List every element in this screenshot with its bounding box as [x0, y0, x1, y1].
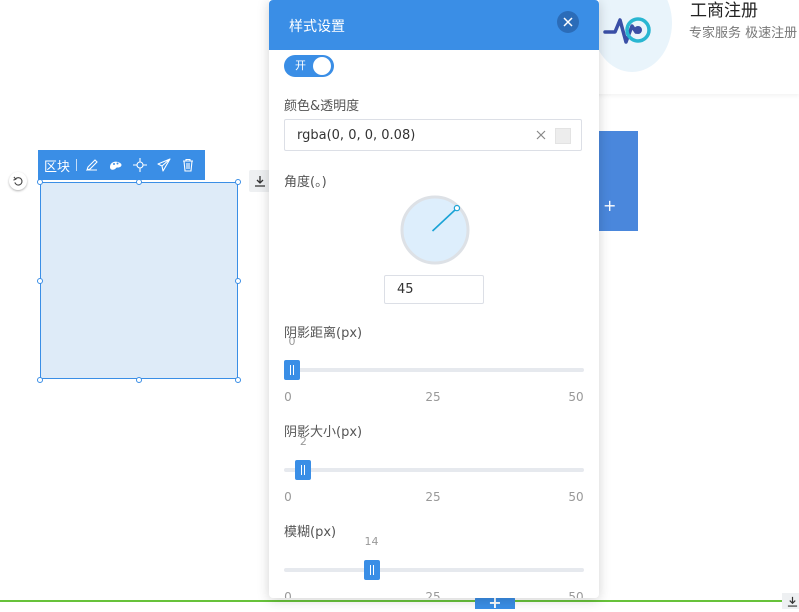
- service-title[interactable]: 工商注册: [690, 0, 758, 21]
- color-input[interactable]: rgba(0, 0, 0, 0.08): [284, 119, 582, 151]
- shadow-toggle[interactable]: 开: [284, 55, 334, 77]
- panel-title: 样式设置: [289, 19, 345, 35]
- block-label: 区块: [44, 159, 71, 175]
- resize-handle-tm[interactable]: [136, 179, 142, 185]
- download-icon[interactable]: [249, 170, 271, 192]
- slider-tick-max: 50: [568, 490, 584, 504]
- style-settings-panel: 样式设置 开 颜色&透明度 rgba(0, 0, 0, 0.08) 角度(。) …: [269, 0, 599, 598]
- section-divider: [0, 600, 799, 602]
- close-icon[interactable]: [557, 11, 579, 33]
- resize-handle-tr[interactable]: [235, 179, 241, 185]
- rotate-icon[interactable]: [9, 172, 27, 190]
- slider-tick-mid: 25: [425, 590, 441, 598]
- color-value: rgba(0, 0, 0, 0.08): [297, 128, 416, 143]
- blue-block-plus[interactable]: +: [603, 198, 616, 214]
- block-toolbar: 区块: [38, 150, 205, 180]
- color-swatch[interactable]: [555, 128, 571, 144]
- slider-tick-mid: 25: [425, 390, 441, 404]
- slider-value: 0: [288, 335, 296, 348]
- slider-thumb[interactable]: [284, 360, 300, 380]
- slider-value: 2: [299, 435, 307, 448]
- panel-header: 样式设置: [269, 0, 599, 50]
- edit-icon[interactable]: [83, 156, 101, 174]
- slider-track[interactable]: [284, 368, 584, 372]
- slider-thumb[interactable]: [363, 560, 380, 580]
- slider-tick-max: 50: [568, 390, 584, 404]
- paint-icon[interactable]: [107, 156, 125, 174]
- angle-dial[interactable]: [399, 194, 471, 266]
- service-subtitle: 专家服务 极速注册: [689, 26, 798, 41]
- angle-input[interactable]: 45: [384, 275, 484, 304]
- trash-icon[interactable]: [179, 156, 197, 174]
- toggle-label: 开: [295, 59, 306, 72]
- resize-handle-br[interactable]: [235, 377, 241, 383]
- slider-tick-max: 50: [568, 590, 584, 598]
- shadow-distance-slider[interactable]: 0 0 25 50: [284, 335, 584, 405]
- resize-handle-ml[interactable]: [37, 278, 43, 284]
- toolbar-separator: [76, 159, 78, 171]
- resize-handle-tl[interactable]: [37, 179, 43, 185]
- resize-handle-bl[interactable]: [37, 377, 43, 383]
- blue-content-block[interactable]: [596, 131, 638, 231]
- slider-value: 14: [364, 535, 379, 548]
- slider-tick-min: 0: [284, 590, 292, 598]
- download-icon-bottom[interactable]: [782, 593, 799, 609]
- slider-thumb[interactable]: [295, 460, 312, 480]
- color-label: 颜色&透明度: [284, 99, 360, 114]
- pulse-logo-icon: [603, 17, 651, 44]
- resize-handle-bm[interactable]: [136, 377, 142, 383]
- slider-track[interactable]: [284, 468, 584, 472]
- slider-tick-min: 0: [284, 390, 292, 404]
- shadow-size-slider[interactable]: 2 0 25 50: [284, 435, 584, 505]
- slider-tick-mid: 25: [425, 490, 441, 504]
- send-icon[interactable]: [155, 156, 173, 174]
- toggle-knob: [313, 57, 331, 75]
- move-icon[interactable]: [131, 156, 149, 174]
- slider-tick-min: 0: [284, 490, 292, 504]
- blur-slider[interactable]: 14 0 25 50: [284, 535, 584, 598]
- slider-track[interactable]: [284, 568, 584, 572]
- angle-label: 角度(。): [284, 175, 327, 190]
- resize-handle-mr[interactable]: [235, 278, 241, 284]
- selected-block[interactable]: [40, 182, 238, 379]
- clear-icon[interactable]: [535, 129, 547, 141]
